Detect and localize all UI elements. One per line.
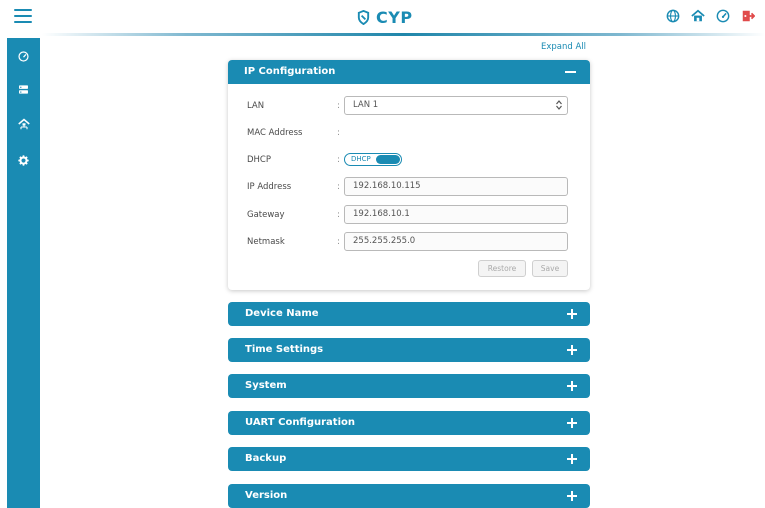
network-home-icon: [17, 118, 30, 130]
menu-icon[interactable]: [14, 9, 32, 23]
dhcp-label: DHCP: [247, 155, 271, 165]
lan-label: LAN: [247, 101, 265, 111]
expand-icon[interactable]: [567, 454, 577, 464]
collapse-icon[interactable]: [565, 71, 576, 73]
ip-address-colon: :: [337, 182, 340, 192]
sidebar-item-network[interactable]: [7, 114, 40, 134]
sidebar-item-server[interactable]: [7, 79, 40, 99]
panel-title: Time Settings: [245, 344, 324, 355]
mac-address-colon: :: [337, 128, 340, 138]
lan-select[interactable]: LAN 1: [344, 96, 568, 115]
gateway-label: Gateway: [247, 210, 285, 220]
dhcp-toggle-knob: [376, 155, 400, 164]
netmask-input[interactable]: 255.255.255.0: [344, 232, 568, 251]
ip-configuration-header[interactable]: IP Configuration: [228, 60, 590, 84]
brand-logo: CYP: [356, 7, 413, 27]
gear-icon: [18, 154, 29, 166]
panel-uart-configuration[interactable]: UART Configuration: [228, 411, 590, 435]
panel-title: System: [245, 380, 287, 391]
netmask-colon: :: [337, 237, 340, 247]
ip-address-input[interactable]: 192.168.10.115: [344, 177, 568, 196]
lan-select-value: LAN 1: [353, 100, 379, 110]
sidebar-item-settings[interactable]: [7, 150, 40, 170]
panel-version[interactable]: Version: [228, 484, 590, 508]
expand-all-link[interactable]: Expand All: [541, 42, 586, 52]
netmask-label: Netmask: [247, 237, 285, 247]
globe-icon[interactable]: [666, 9, 680, 23]
panel-title: Device Name: [245, 308, 319, 319]
panel-time-settings[interactable]: Time Settings: [228, 338, 590, 362]
panel-title: Version: [245, 490, 288, 501]
expand-icon[interactable]: [567, 309, 577, 319]
ip-configuration-card: IP Configuration LAN : LAN 1 MAC Address…: [228, 60, 590, 290]
save-button[interactable]: Save: [532, 260, 568, 277]
gateway-input[interactable]: 192.168.10.1: [344, 205, 568, 224]
expand-icon[interactable]: [567, 491, 577, 501]
select-arrows-icon: [556, 100, 562, 110]
dhcp-toggle[interactable]: DHCP: [344, 153, 402, 166]
dashboard-icon: [18, 50, 29, 62]
gateway-colon: :: [337, 210, 340, 220]
sidebar: [7, 38, 40, 508]
dhcp-colon: :: [337, 155, 340, 165]
ip-address-label: IP Address: [247, 182, 292, 192]
server-icon: [19, 84, 28, 94]
restore-button[interactable]: Restore: [478, 260, 526, 277]
logo-icon: [357, 9, 370, 25]
expand-icon[interactable]: [567, 418, 577, 428]
panel-backup[interactable]: Backup: [228, 447, 590, 471]
ip-configuration-title: IP Configuration: [244, 66, 336, 77]
mac-address-label: MAC Address: [247, 128, 303, 138]
expand-icon[interactable]: [567, 381, 577, 391]
panel-title: Backup: [245, 453, 287, 464]
logout-icon[interactable]: [741, 9, 755, 23]
sidebar-item-dashboard[interactable]: [7, 46, 40, 66]
expand-icon[interactable]: [567, 345, 577, 355]
home-icon[interactable]: [691, 9, 705, 23]
panel-system[interactable]: System: [228, 374, 590, 398]
logo-text: CYP: [376, 7, 413, 27]
top-bar: CYP: [0, 0, 765, 36]
dhcp-toggle-label: DHCP: [351, 155, 371, 163]
dashboard-icon[interactable]: [716, 9, 730, 23]
panel-device-name[interactable]: Device Name: [228, 302, 590, 326]
lan-colon: :: [337, 101, 340, 111]
panel-title: UART Configuration: [245, 417, 355, 428]
